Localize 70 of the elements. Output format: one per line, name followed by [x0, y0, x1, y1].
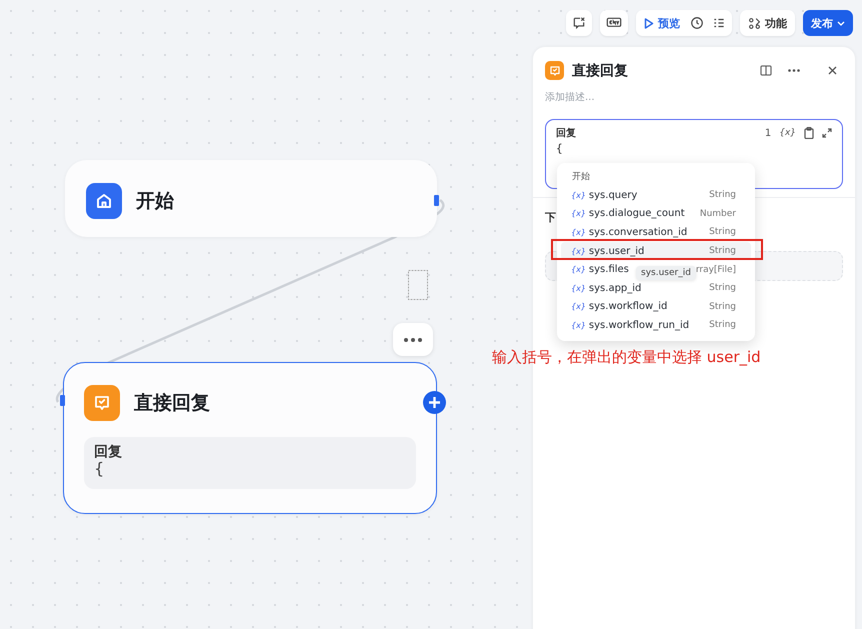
variable-option[interactable]: {x} sys.query String: [561, 186, 751, 205]
variable-name: sys.files: [588, 264, 629, 276]
variable-icon: {x}: [571, 265, 586, 274]
more-button[interactable]: [393, 323, 433, 356]
handle-icon[interactable]: [434, 195, 439, 206]
clipboard-icon[interactable]: [804, 127, 814, 139]
variable-type: String: [709, 283, 736, 294]
field-value: {: [94, 461, 106, 477]
node-title: 开始: [136, 189, 174, 214]
expand-icon[interactable]: [822, 128, 832, 138]
tooltip: sys.user_id: [636, 266, 696, 280]
node-title: 直接回复: [134, 391, 210, 416]
close-icon[interactable]: [828, 66, 837, 75]
variable-icon: {x}: [571, 320, 586, 330]
nodes-icon: [748, 16, 761, 30]
variable-type: rray[File]: [696, 264, 736, 275]
variable-name: sys.workflow_run_id: [588, 320, 690, 331]
more-icon[interactable]: [788, 69, 800, 72]
character-count: 1: [764, 128, 772, 138]
variable-option[interactable]: {x} sys.app_id String: [561, 278, 751, 298]
variable-icon: {x}: [571, 284, 586, 293]
caret-icon: [837, 20, 845, 26]
book-icon[interactable]: [760, 65, 772, 76]
variable-icon: {x}: [571, 209, 586, 218]
workflow-node[interactable]: 直接回复 回复 {: [63, 362, 437, 514]
chat-check-icon: [548, 64, 560, 76]
variable-option[interactable]: {x} sys.workflow_id String: [561, 298, 751, 316]
chat-check-icon: [93, 394, 111, 412]
field-label: 回复: [94, 443, 123, 461]
variable-name: sys.user_id: [588, 246, 644, 257]
reply-label: 回复: [556, 126, 577, 140]
variable-option[interactable]: {x} sys.files sys.user_id rray[File]: [561, 260, 751, 279]
variable-icon: {x}: [571, 228, 586, 237]
workflow-node[interactable]: 开始: [65, 160, 437, 237]
variable-option[interactable]: {x} sys.dialogue_count Number: [561, 204, 751, 224]
variable-name: sys.conversation_id: [588, 226, 688, 238]
variable-option[interactable]: {x} sys.workflow_run_id String: [561, 316, 751, 335]
variable-icon: {x}: [571, 246, 586, 256]
variable-type: String: [709, 190, 736, 200]
variable-name: sys.app_id: [588, 282, 642, 294]
variable-type: String: [709, 320, 736, 330]
reply-text: {: [556, 142, 564, 155]
insert-variable-button[interactable]: {x}: [779, 128, 796, 138]
features-button[interactable]: 功能: [746, 10, 789, 36]
variable-type: String: [709, 246, 736, 256]
more-icon: [404, 338, 422, 342]
publish-button[interactable]: 发布: [803, 10, 853, 36]
next-step-label: 下: [545, 210, 556, 225]
variable-type: String: [709, 302, 736, 312]
preview-button[interactable]: 预览: [642, 10, 682, 36]
variable-option[interactable]: {x} sys.conversation_id String: [561, 223, 751, 242]
env-icon[interactable]: [606, 16, 622, 30]
variable-name: sys.workflow_id: [588, 301, 668, 312]
variable-type: String: [709, 227, 736, 238]
panel-title: 直接回复: [572, 62, 629, 80]
add-icon[interactable]: [423, 391, 446, 414]
handle-icon[interactable]: [60, 395, 65, 406]
variable-type: Number: [700, 208, 736, 219]
house-icon: [95, 192, 113, 210]
checklist-icon[interactable]: [712, 16, 726, 30]
play-icon: [644, 18, 654, 28]
history-icon[interactable]: [690, 16, 704, 30]
chat-close-icon[interactable]: [572, 16, 586, 30]
dashed-placeholder: [408, 270, 428, 300]
variable-name: sys.dialogue_count: [588, 208, 685, 220]
variable-icon: {x}: [571, 190, 586, 200]
variable-icon: {x}: [571, 302, 586, 312]
menu-group-label: 开始: [571, 171, 591, 184]
variable-name: sys.query: [588, 190, 638, 201]
annotation-text: 输入括号，在弹出的变量中选择 user_id: [492, 348, 761, 367]
